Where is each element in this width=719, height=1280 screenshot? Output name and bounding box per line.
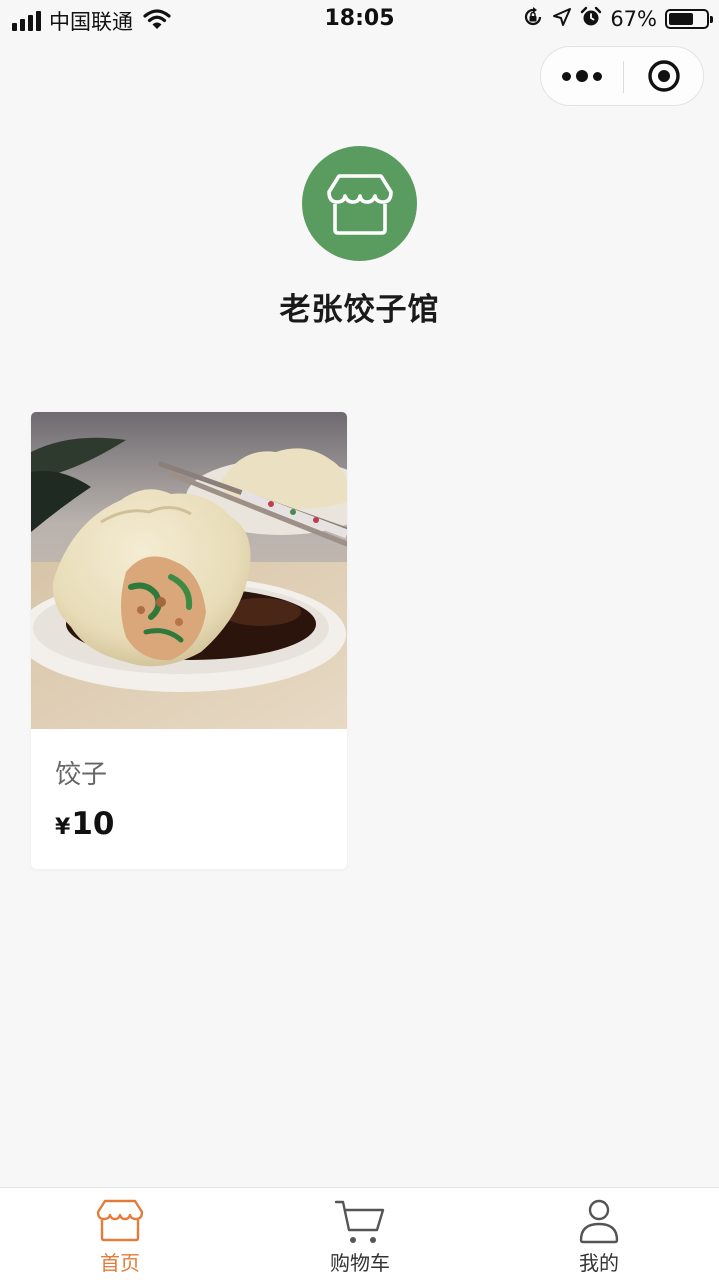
- miniprogram-capsule: [540, 46, 704, 106]
- cart-icon: [334, 1198, 386, 1250]
- store-icon: [96, 1198, 144, 1246]
- rotation-lock-icon: [522, 6, 544, 32]
- tab-label: 首页: [100, 1251, 140, 1275]
- wifi-icon: [143, 8, 171, 34]
- alarm-icon: [580, 6, 602, 32]
- status-bar: 中国联通 18:05 67%: [0, 0, 719, 40]
- price-currency: ¥: [55, 815, 71, 840]
- tab-cart[interactable]: 购物车: [240, 1188, 480, 1280]
- user-icon: [577, 1198, 621, 1248]
- status-bar-right: 67%: [522, 6, 713, 32]
- product-card[interactable]: 饺子 ¥10: [31, 412, 347, 869]
- close-target-icon[interactable]: [624, 47, 704, 105]
- price-value: 10: [71, 806, 115, 842]
- storefront-icon: [326, 173, 393, 235]
- signal-icon: [12, 11, 41, 31]
- tab-home[interactable]: 首页: [0, 1188, 240, 1280]
- more-dots-icon[interactable]: [541, 47, 623, 105]
- carrier-name: 中国联通: [49, 10, 133, 34]
- product-price: ¥10: [55, 806, 114, 842]
- tab-bar: 首页 购物车 我的: [0, 1187, 719, 1280]
- battery-level: [669, 13, 694, 25]
- shop-name: 老张饺子馆: [279, 292, 440, 328]
- tab-label: 购物车: [330, 1251, 390, 1275]
- location-arrow-icon: [552, 7, 572, 31]
- shop-logo: [302, 146, 417, 261]
- battery-icon: [665, 9, 713, 29]
- product-image[interactable]: [31, 412, 347, 729]
- battery-percent: 67%: [610, 7, 657, 31]
- tab-label: 我的: [579, 1251, 619, 1275]
- product-name: 饺子: [55, 760, 108, 790]
- status-bar-left: 中国联通: [12, 6, 171, 36]
- tab-profile[interactable]: 我的: [479, 1188, 719, 1280]
